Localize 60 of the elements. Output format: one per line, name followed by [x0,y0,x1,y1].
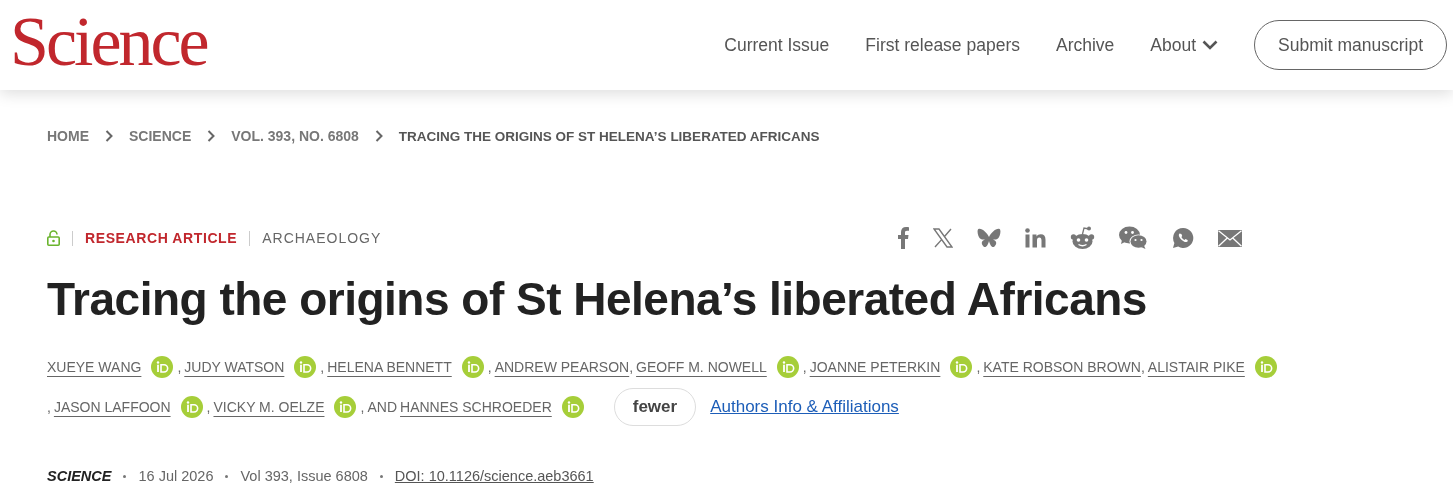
breadcrumb-link[interactable]: TRACING THE ORIGINS OF ST HELENA’S LIBERATED AFRICANS [398,128,820,144]
journal-name: SCIENCE [47,468,112,484]
chevron-right-icon [207,130,216,142]
author-link[interactable]: GEOFF M. NOWELL [636,359,767,375]
chevron-right-icon [374,130,383,142]
author-link[interactable]: VICKY M. OELZE [213,399,325,415]
orcid-icon[interactable] [950,356,973,378]
facebook-icon[interactable] [897,227,909,249]
breadcrumb-link[interactable]: VOL. 393, NO. 6808 [231,128,359,144]
submit-manuscript-button[interactable]: Submit manuscript [1254,20,1447,70]
author-link[interactable]: JUDY WATSON [184,359,285,375]
butterfly-icon[interactable] [977,227,1001,249]
nav-link[interactable]: First release papers [865,34,1020,56]
author-separator: , [629,359,634,375]
breadcrumb-link[interactable]: HOME [47,128,89,144]
author-link[interactable]: JOANNE PETERKIN [809,359,941,375]
subject-label[interactable]: ARCHAEOLOGY [262,230,382,246]
author-separator: , [1140,359,1145,375]
author-separator: , AND [360,399,398,415]
author-separator: , [177,359,182,375]
email-icon[interactable] [1218,229,1242,247]
orcid-icon[interactable] [461,356,484,378]
authors-info-link[interactable]: Authors Info & Affiliations [710,397,899,417]
author-link[interactable]: XUEYE WANG [47,359,142,375]
author-separator: , [976,359,981,375]
breadcrumb-link[interactable]: SCIENCE [129,128,192,144]
article-type-label[interactable]: RESEARCH ARTICLE [85,230,238,246]
orcid-icon[interactable] [334,396,357,418]
orcid-icon[interactable] [151,356,174,378]
author-separator: , [802,359,807,375]
chevron-right-icon [105,130,113,142]
orcid-icon[interactable] [294,356,317,378]
orcid-icon[interactable] [776,356,799,378]
author-link[interactable]: JASON LAFFOON [53,399,171,415]
orcid-icon[interactable] [561,396,584,418]
author-separator: , [320,359,325,375]
orcid-icon[interactable] [180,396,203,418]
science-logo[interactable]: Science [10,7,207,77]
nav-link[interactable]: About [1150,34,1219,56]
x-icon[interactable] [933,228,953,248]
author-link[interactable]: ANDREW PEARSON [494,359,630,375]
whatsapp-icon[interactable] [1172,227,1194,249]
author-separator: , [487,359,492,375]
reddit-icon[interactable] [1070,226,1095,250]
doi-link[interactable]: DOI: 10.1126/science.aeb3661 [394,468,594,484]
author-link[interactable]: HANNES SCHROEDER [400,399,552,415]
nav-link[interactable]: Archive [1056,34,1115,56]
linkedin-icon[interactable] [1025,228,1046,248]
fewer-button[interactable]: fewer [613,388,697,426]
issue-info: Vol 393, Issue 6808 [240,468,368,484]
author-link[interactable]: KATE ROBSON BROWN [983,359,1141,375]
author-separator: , [206,399,211,415]
author-link[interactable]: HELENA BENNETT [327,359,452,375]
article-title: Tracing the origins of St Helena’s liberated Africans [47,272,1148,326]
author-separator: , [47,399,51,415]
author-link[interactable]: ALISTAIR PIKE [1147,359,1245,375]
publication-date: 16 Jul 2026 [138,468,214,484]
nav-link[interactable]: Current Issue [724,34,830,56]
wechat-icon[interactable] [1119,226,1148,250]
orcid-icon[interactable] [1254,356,1277,378]
